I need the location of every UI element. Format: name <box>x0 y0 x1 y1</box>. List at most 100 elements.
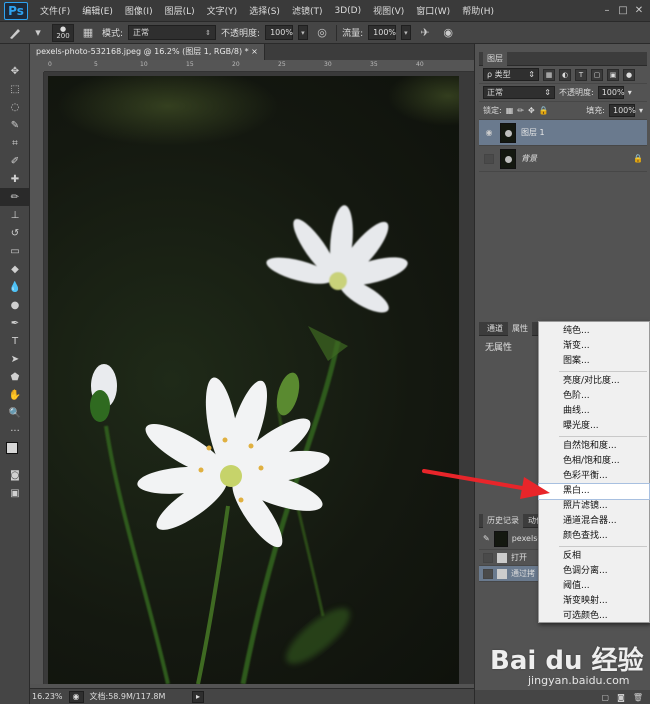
restore-icon[interactable]: □ <box>616 5 630 17</box>
adjustment-filter-icon[interactable]: ◐ <box>559 68 571 81</box>
vertical-ruler[interactable] <box>30 72 44 684</box>
horizontal-ruler[interactable]: 0 5 10 15 20 25 30 35 40 <box>44 60 474 72</box>
layer-name[interactable]: 图层 1 <box>521 127 545 138</box>
menu-item-levels[interactable]: 色阶... <box>539 389 649 404</box>
opacity-slider-toggle[interactable]: ▾ <box>298 25 309 40</box>
path-select-tool-icon[interactable]: ➤ <box>0 350 30 368</box>
menu-3d[interactable]: 3D(D) <box>328 6 367 16</box>
layer-opacity-input[interactable]: 100% <box>597 86 625 99</box>
layer-row-background[interactable]: 背景 🔒 <box>479 146 647 172</box>
type-filter-icon[interactable]: T <box>575 68 587 81</box>
tab-channels[interactable]: 通道 <box>483 322 507 336</box>
eyedropper-tool-icon[interactable]: ✐ <box>0 152 30 170</box>
history-checkbox[interactable] <box>483 568 493 579</box>
menu-type[interactable]: 文字(Y) <box>201 4 244 17</box>
menu-view[interactable]: 视图(V) <box>367 4 410 17</box>
tab-history[interactable]: 历史记录 <box>483 513 523 528</box>
chevron-right-icon[interactable]: ▸ <box>191 690 204 703</box>
shape-tool-icon[interactable]: ⬟ <box>0 368 30 386</box>
zoom-tool-icon[interactable]: 🔍 <box>0 404 30 422</box>
shape-filter-icon[interactable]: ▢ <box>591 68 603 81</box>
trash-icon[interactable]: 🗑 <box>633 693 643 702</box>
info-icon[interactable]: ◉ <box>68 690 84 703</box>
lock-move-icon[interactable]: ✥ <box>528 106 535 115</box>
history-checkbox[interactable] <box>483 552 493 563</box>
tab-properties[interactable]: 属性 <box>508 321 532 336</box>
chevron-down-icon[interactable]: ▾ <box>639 106 643 115</box>
chevron-down-icon[interactable]: ▾ <box>29 25 47 41</box>
eraser-tool-icon[interactable]: ▭ <box>0 242 30 260</box>
menu-item-gradient[interactable]: 渐变... <box>539 339 649 354</box>
blur-tool-icon[interactable]: 💧 <box>0 278 30 296</box>
pressure-opacity-icon[interactable]: ◎ <box>313 25 331 41</box>
menu-item-vibrance[interactable]: 自然饱和度... <box>539 439 649 454</box>
menu-edit[interactable]: 编辑(E) <box>76 4 119 17</box>
menu-item-gradient-map[interactable]: 渐变映射... <box>539 594 649 609</box>
hand-tool-icon[interactable]: ✋ <box>0 386 30 404</box>
paint-bucket-tool-icon[interactable]: ◆ <box>0 260 30 278</box>
smart-object-filter-icon[interactable]: ▣ <box>607 68 619 81</box>
foreground-color[interactable] <box>6 442 18 454</box>
menu-item-color-lookup[interactable]: 颜色查找... <box>539 529 649 544</box>
mode-dropdown[interactable]: 正常 ⇕ <box>128 25 217 40</box>
close-icon[interactable]: ✕ <box>632 5 646 17</box>
move-tool-icon[interactable]: ✥ <box>0 62 30 80</box>
clone-stamp-tool-icon[interactable]: ⊥ <box>0 206 30 224</box>
airbrush-icon[interactable]: ✈ <box>416 25 434 41</box>
more-tools-icon[interactable]: ··· <box>0 422 30 440</box>
history-brush-icon[interactable]: ✎ <box>483 534 490 543</box>
menu-filter[interactable]: 滤镜(T) <box>286 4 329 17</box>
menu-item-pattern[interactable]: 图案... <box>539 354 649 369</box>
tab-layers[interactable]: 图层 <box>483 51 507 66</box>
type-tool-icon[interactable]: T <box>0 332 30 350</box>
layer-name[interactable]: 背景 <box>521 153 537 164</box>
blend-mode-dropdown[interactable]: 正常 ⇕ <box>483 86 555 99</box>
crop-tool-icon[interactable]: ⌗ <box>0 134 30 152</box>
menu-item-threshold[interactable]: 阈值... <box>539 579 649 594</box>
menu-window[interactable]: 窗口(W) <box>410 4 456 17</box>
chevron-down-icon[interactable]: ▾ <box>628 88 632 97</box>
pressure-size-icon[interactable]: ◉ <box>439 25 457 41</box>
lock-all-icon[interactable]: 🔒 <box>539 106 549 115</box>
new-document-from-state-icon[interactable]: ▢ <box>602 693 610 702</box>
filter-toggle-icon[interactable]: ● <box>623 68 635 81</box>
menu-item-curves[interactable]: 曲线... <box>539 404 649 419</box>
ruler-origin[interactable] <box>30 60 44 72</box>
brush-tool-icon[interactable]: ✏ <box>0 188 30 206</box>
menu-file[interactable]: 文件(F) <box>34 4 76 17</box>
menu-layer[interactable]: 图层(L) <box>159 4 201 17</box>
menu-item-exposure[interactable]: 曝光度... <box>539 419 649 434</box>
menu-item-posterize[interactable]: 色调分离... <box>539 564 649 579</box>
brush-tool-icon[interactable] <box>6 25 24 41</box>
menu-item-channel-mixer[interactable]: 通道混合器... <box>539 514 649 529</box>
menu-item-selective-color[interactable]: 可选颜色... <box>539 609 649 624</box>
menu-image[interactable]: 图像(I) <box>119 4 159 17</box>
pen-tool-icon[interactable]: ✒ <box>0 314 30 332</box>
zoom-level[interactable]: 16.23% <box>32 692 63 701</box>
history-brush-tool-icon[interactable]: ↺ <box>0 224 30 242</box>
menu-item-brightness-contrast[interactable]: 亮度/对比度... <box>539 374 649 389</box>
menu-item-invert[interactable]: 反相 <box>539 549 649 564</box>
brush-preset-picker[interactable]: ● 200 <box>52 23 74 42</box>
healing-brush-tool-icon[interactable]: ✚ <box>0 170 30 188</box>
pixel-filter-icon[interactable]: ▦ <box>543 68 555 81</box>
document-tab[interactable]: pexels-photo-532168.jpeg @ 16.2% (图层 1, … <box>30 44 265 60</box>
minimize-icon[interactable]: – <box>600 5 614 17</box>
brush-panel-icon[interactable]: ▦ <box>79 25 97 41</box>
flow-slider-toggle[interactable]: ▾ <box>401 25 412 40</box>
color-swatches[interactable] <box>0 440 30 466</box>
camera-icon[interactable]: ◙ <box>617 693 625 702</box>
flow-input[interactable]: 100% <box>368 25 397 40</box>
document-canvas[interactable] <box>48 76 459 684</box>
fill-input[interactable]: 100% <box>608 104 636 117</box>
lock-paint-icon[interactable]: ✏ <box>517 106 524 115</box>
lasso-tool-icon[interactable]: ◌ <box>0 98 30 116</box>
dodge-tool-icon[interactable]: ● <box>0 296 30 314</box>
menu-help[interactable]: 帮助(H) <box>456 4 500 17</box>
visibility-toggle[interactable] <box>483 153 495 165</box>
menu-select[interactable]: 选择(S) <box>243 4 286 17</box>
screen-mode-icon[interactable]: ▣ <box>0 484 30 502</box>
marquee-tool-icon[interactable]: ⬚ <box>0 80 30 98</box>
lock-transparent-icon[interactable]: ▦ <box>506 106 514 115</box>
opacity-input[interactable]: 100% <box>265 25 294 40</box>
